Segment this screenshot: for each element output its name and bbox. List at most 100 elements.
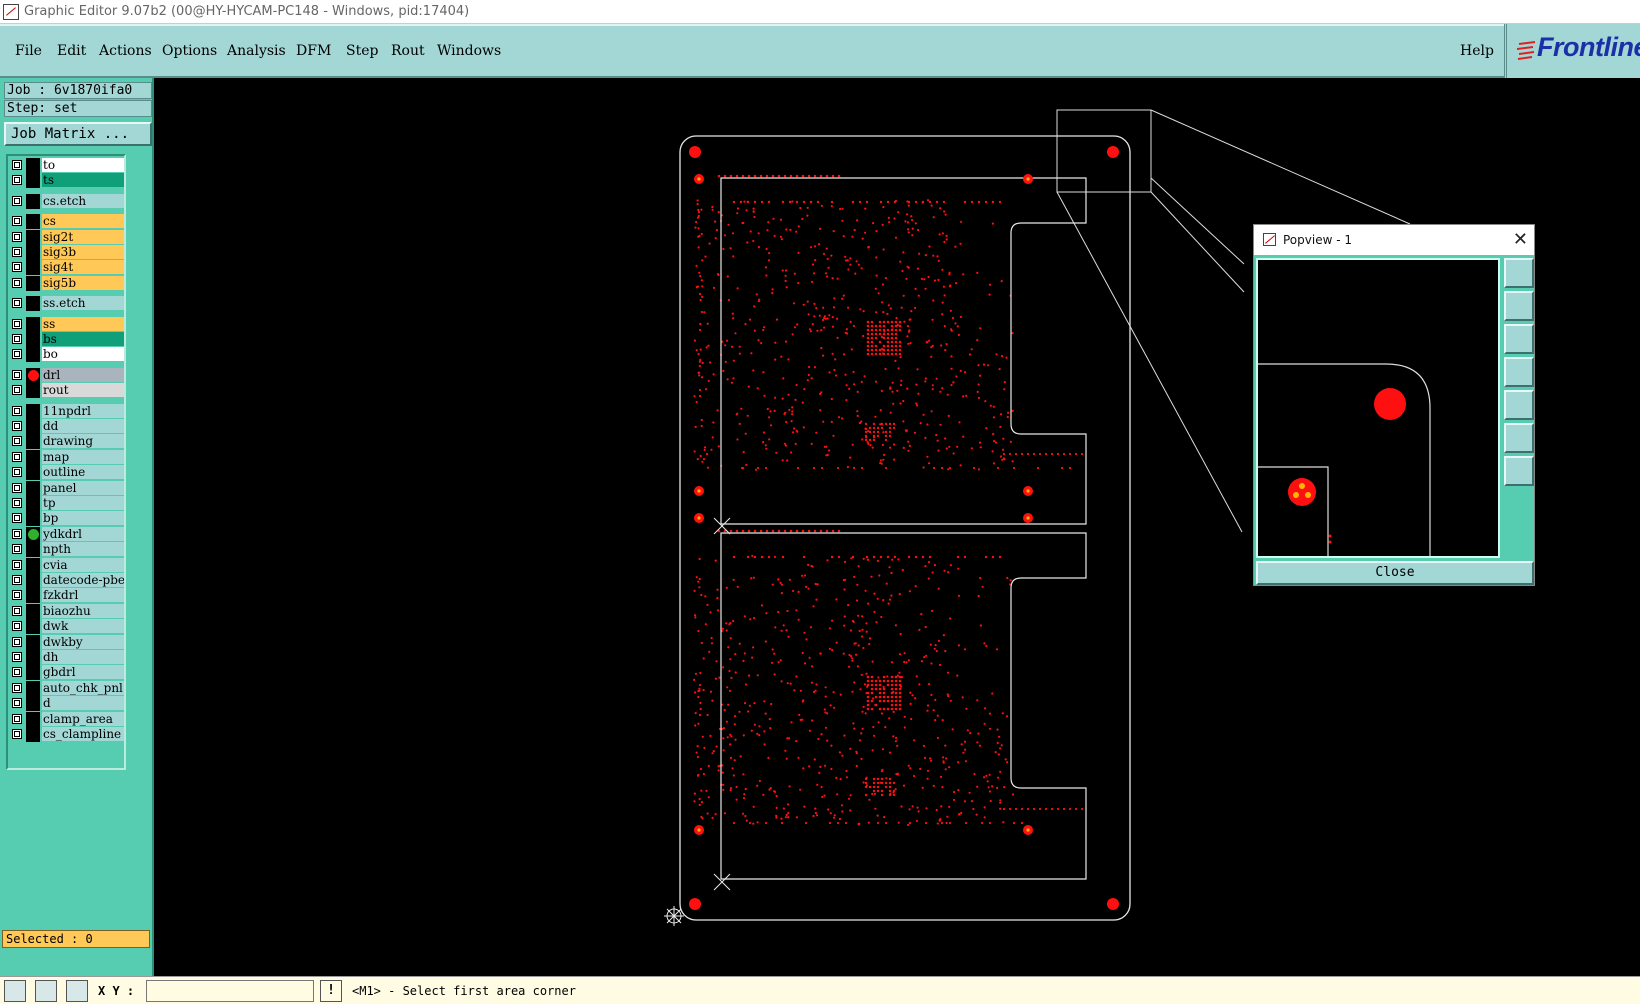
layer-name[interactable]: ts <box>42 173 124 188</box>
close-icon[interactable]: ✕ <box>1513 229 1528 250</box>
layer-state-cell[interactable] <box>26 449 40 465</box>
menu-windows[interactable]: Windows <box>437 43 501 59</box>
layer-name[interactable]: cvia <box>42 557 124 572</box>
layer-checkbox[interactable] <box>12 436 22 447</box>
layer-name[interactable]: sig3b <box>42 245 124 259</box>
layer-name[interactable]: sig4t <box>42 260 124 275</box>
layer-state-cell[interactable] <box>26 245 40 260</box>
measure-tool-icon[interactable] <box>35 980 57 1002</box>
layer-checkbox[interactable] <box>12 421 22 431</box>
job-matrix-button[interactable]: Job Matrix ... <box>4 122 152 146</box>
layer-row[interactable]: sig5b <box>8 275 124 291</box>
snap-tool-icon[interactable] <box>4 980 26 1002</box>
layer-checkbox[interactable] <box>12 298 22 309</box>
layer-state-cell[interactable] <box>26 480 40 496</box>
layer-row[interactable]: clamp_area <box>8 711 124 727</box>
layer-checkbox[interactable] <box>12 175 22 186</box>
layer-name[interactable]: outline <box>42 465 124 480</box>
grid-tool-icon[interactable] <box>66 980 88 1002</box>
layer-row[interactable]: dwkby <box>8 634 124 650</box>
layer-name[interactable]: bs <box>42 332 124 346</box>
layer-name[interactable]: biaozhu <box>42 603 124 618</box>
layer-name[interactable]: ss <box>42 316 124 331</box>
layer-row[interactable]: cvia <box>8 557 124 573</box>
layer-row[interactable]: sig3b <box>8 245 124 260</box>
layer-state-cell[interactable] <box>26 619 40 635</box>
layer-name[interactable]: to <box>42 158 124 172</box>
layer-row[interactable]: ss <box>8 316 124 332</box>
layer-name[interactable]: d <box>42 696 124 711</box>
layer-checkbox[interactable] <box>12 590 22 601</box>
layer-state-cell[interactable] <box>26 158 40 173</box>
layer-checkbox[interactable] <box>12 216 22 227</box>
layer-checkbox[interactable] <box>12 559 22 570</box>
layer-checkbox[interactable] <box>12 498 22 508</box>
layer-row[interactable]: ts <box>8 173 124 189</box>
layer-state-cell[interactable] <box>26 680 40 696</box>
layer-name[interactable]: cs_clampline <box>42 727 124 741</box>
layer-checkbox[interactable] <box>12 621 22 632</box>
menu-actions[interactable]: Actions <box>99 43 152 59</box>
menu-options[interactable]: Options <box>162 43 217 59</box>
layer-checkbox[interactable] <box>12 247 22 257</box>
layer-name[interactable]: bo <box>42 347 124 362</box>
layer-row[interactable]: auto_chk_pnl <box>8 680 124 696</box>
layer-row[interactable]: npth <box>8 542 124 558</box>
layer-checkbox[interactable] <box>12 160 22 170</box>
layer-state-cell[interactable] <box>26 316 40 332</box>
layer-row[interactable]: map <box>8 449 124 465</box>
layer-checkbox[interactable] <box>12 713 22 724</box>
popview-viewport[interactable] <box>1256 258 1500 558</box>
popview-close-button[interactable]: Close <box>1256 561 1534 585</box>
layer-row[interactable]: dh <box>8 650 124 665</box>
layer-row[interactable]: d <box>8 696 124 712</box>
layer-name[interactable]: drl <box>42 367 124 382</box>
layer-state-cell[interactable] <box>26 296 40 312</box>
layer-state-cell[interactable] <box>26 419 40 434</box>
layer-name[interactable]: bp <box>42 511 124 526</box>
layer-name[interactable]: panel <box>42 480 124 495</box>
layer-state-cell[interactable] <box>26 332 40 347</box>
layer-checkbox[interactable] <box>12 605 22 616</box>
layer-name[interactable]: auto_chk_pnl <box>42 680 124 695</box>
layer-state-cell[interactable] <box>26 214 40 230</box>
layer-state-cell[interactable] <box>26 229 40 245</box>
layer-row[interactable]: ss.etch <box>8 296 124 312</box>
layer-checkbox[interactable] <box>12 682 22 693</box>
layer-state-cell[interactable] <box>26 275 40 291</box>
layer-row[interactable]: outline <box>8 465 124 481</box>
layer-checkbox[interactable] <box>12 334 22 344</box>
menu-dfm[interactable]: DFM <box>296 43 331 59</box>
layer-checkbox[interactable] <box>12 467 22 478</box>
menu-help[interactable]: Help <box>1460 43 1494 59</box>
layer-name[interactable]: ydkdrl <box>42 526 124 541</box>
layer-checkbox[interactable] <box>12 636 22 647</box>
layer-name[interactable]: clamp_area <box>42 711 124 726</box>
layer-name[interactable]: datecode-pbe <box>42 573 124 587</box>
layer-state-cell[interactable] <box>26 665 40 681</box>
layer-checkbox[interactable] <box>12 482 22 493</box>
layer-state-cell[interactable] <box>26 465 40 481</box>
layer-checkbox[interactable] <box>12 698 22 709</box>
menu-step[interactable]: Step <box>346 43 378 59</box>
xy-input[interactable] <box>146 980 314 1002</box>
layer-name[interactable]: dwkby <box>42 634 124 649</box>
layer-state-cell[interactable] <box>26 696 40 712</box>
layer-row[interactable]: rout <box>8 383 124 399</box>
layer-checkbox[interactable] <box>12 369 22 380</box>
menu-edit[interactable]: Edit <box>57 43 86 59</box>
pan-down-tool-icon[interactable] <box>1504 324 1534 354</box>
pan-left-tool-icon[interactable] <box>1504 357 1534 387</box>
layer-checkbox[interactable] <box>12 652 22 662</box>
layer-name[interactable]: map <box>42 449 124 464</box>
layer-name[interactable]: dh <box>42 650 124 664</box>
layer-name[interactable]: 11npdrl <box>42 403 124 418</box>
layer-row[interactable]: ydkdrl <box>8 526 124 542</box>
layer-state-cell[interactable] <box>26 573 40 588</box>
layer-row[interactable]: gbdrl <box>8 665 124 681</box>
layer-checkbox[interactable] <box>12 544 22 555</box>
layer-name[interactable]: cs.etch <box>42 193 124 208</box>
layer-checkbox[interactable] <box>12 513 22 524</box>
layer-row[interactable]: cs <box>8 214 124 230</box>
menu-rout[interactable]: Rout <box>391 43 425 59</box>
